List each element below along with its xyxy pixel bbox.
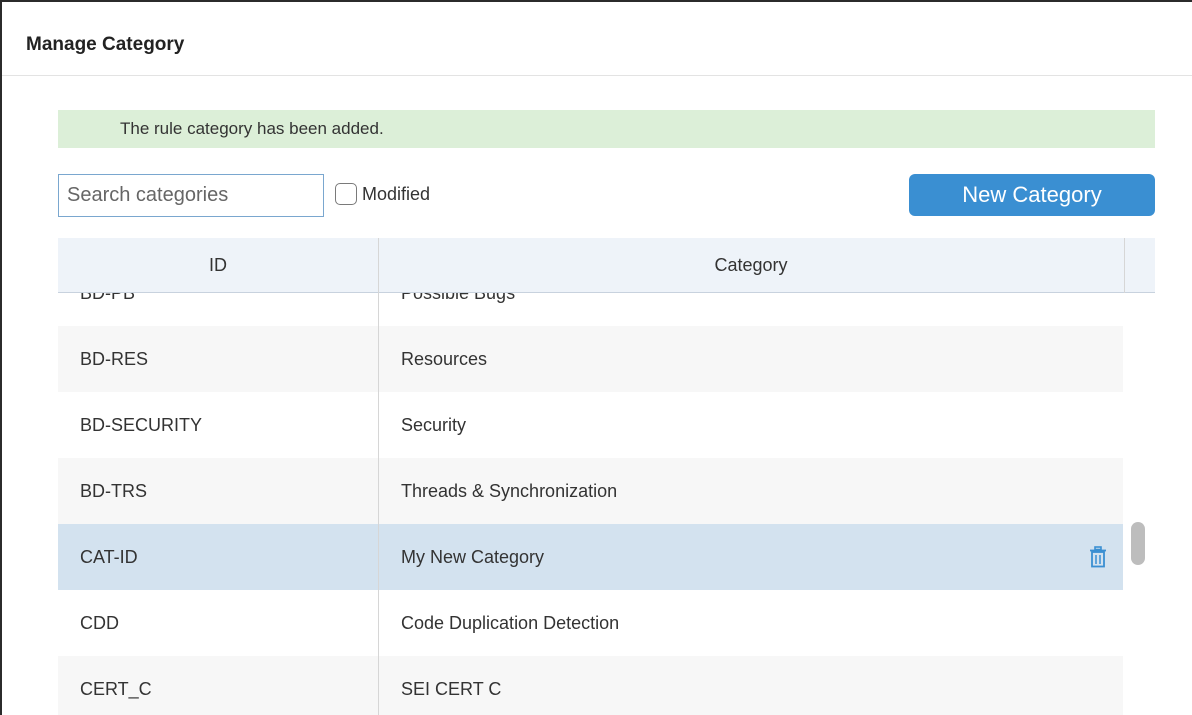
table-row[interactable]: BD-SECURITY Security xyxy=(58,392,1123,458)
modified-checkbox[interactable] xyxy=(335,183,357,205)
new-category-button[interactable]: New Category xyxy=(909,174,1155,216)
table-row-selected[interactable]: CAT-ID My New Category xyxy=(58,524,1123,590)
cell-id: BD-SECURITY xyxy=(80,415,203,435)
cell-category: Security xyxy=(401,415,467,435)
dialog-title: Manage Category xyxy=(26,34,185,55)
cell-category: Possible Bugs xyxy=(401,293,516,303)
cell-id: BD-PB xyxy=(80,293,136,303)
cell-category: SEI CERT C xyxy=(401,679,502,699)
column-header-category[interactable]: Category xyxy=(378,238,1124,293)
cell-id: BD-RES xyxy=(80,349,149,369)
cell-id: BD-TRS xyxy=(80,481,147,501)
search-input[interactable] xyxy=(58,174,324,217)
success-alert: The rule category has been added. xyxy=(58,110,1155,148)
column-header-id[interactable]: ID xyxy=(58,238,378,293)
table-row[interactable]: BD-TRS Threads & Synchronization xyxy=(58,458,1123,524)
manage-category-dialog: Manage Category The rule category has be… xyxy=(0,0,1192,715)
grid-body: BD-PB Possible Bugs BD-RES Resources BD-… xyxy=(58,293,1123,715)
cell-id: CERT_C xyxy=(80,679,152,699)
modified-label: Modified xyxy=(362,183,431,204)
column-divider xyxy=(378,238,379,715)
table-row[interactable]: CERT_C SEI CERT C xyxy=(58,656,1123,715)
trash-icon[interactable] xyxy=(1089,546,1107,568)
category-grid: ID Category BD-PB Possible Bugs BD-RES R… xyxy=(58,238,1155,715)
table-row[interactable]: BD-RES Resources xyxy=(58,326,1123,392)
cell-category: Code Duplication Detection xyxy=(401,613,620,633)
cell-category: Threads & Synchronization xyxy=(401,481,618,501)
scrollbar-thumb[interactable] xyxy=(1131,522,1145,565)
cell-category: Resources xyxy=(401,349,488,369)
grid-header: ID Category xyxy=(58,238,1155,293)
cell-id: CDD xyxy=(80,613,119,633)
table-row[interactable]: CDD Code Duplication Detection xyxy=(58,590,1123,656)
table-row[interactable]: BD-PB Possible Bugs xyxy=(58,293,1123,326)
dialog-header: Manage Category xyxy=(2,2,1192,76)
cell-id: CAT-ID xyxy=(80,547,138,567)
header-divider xyxy=(1124,238,1125,293)
cell-category: My New Category xyxy=(401,547,545,567)
modified-filter[interactable]: Modified xyxy=(335,183,430,205)
